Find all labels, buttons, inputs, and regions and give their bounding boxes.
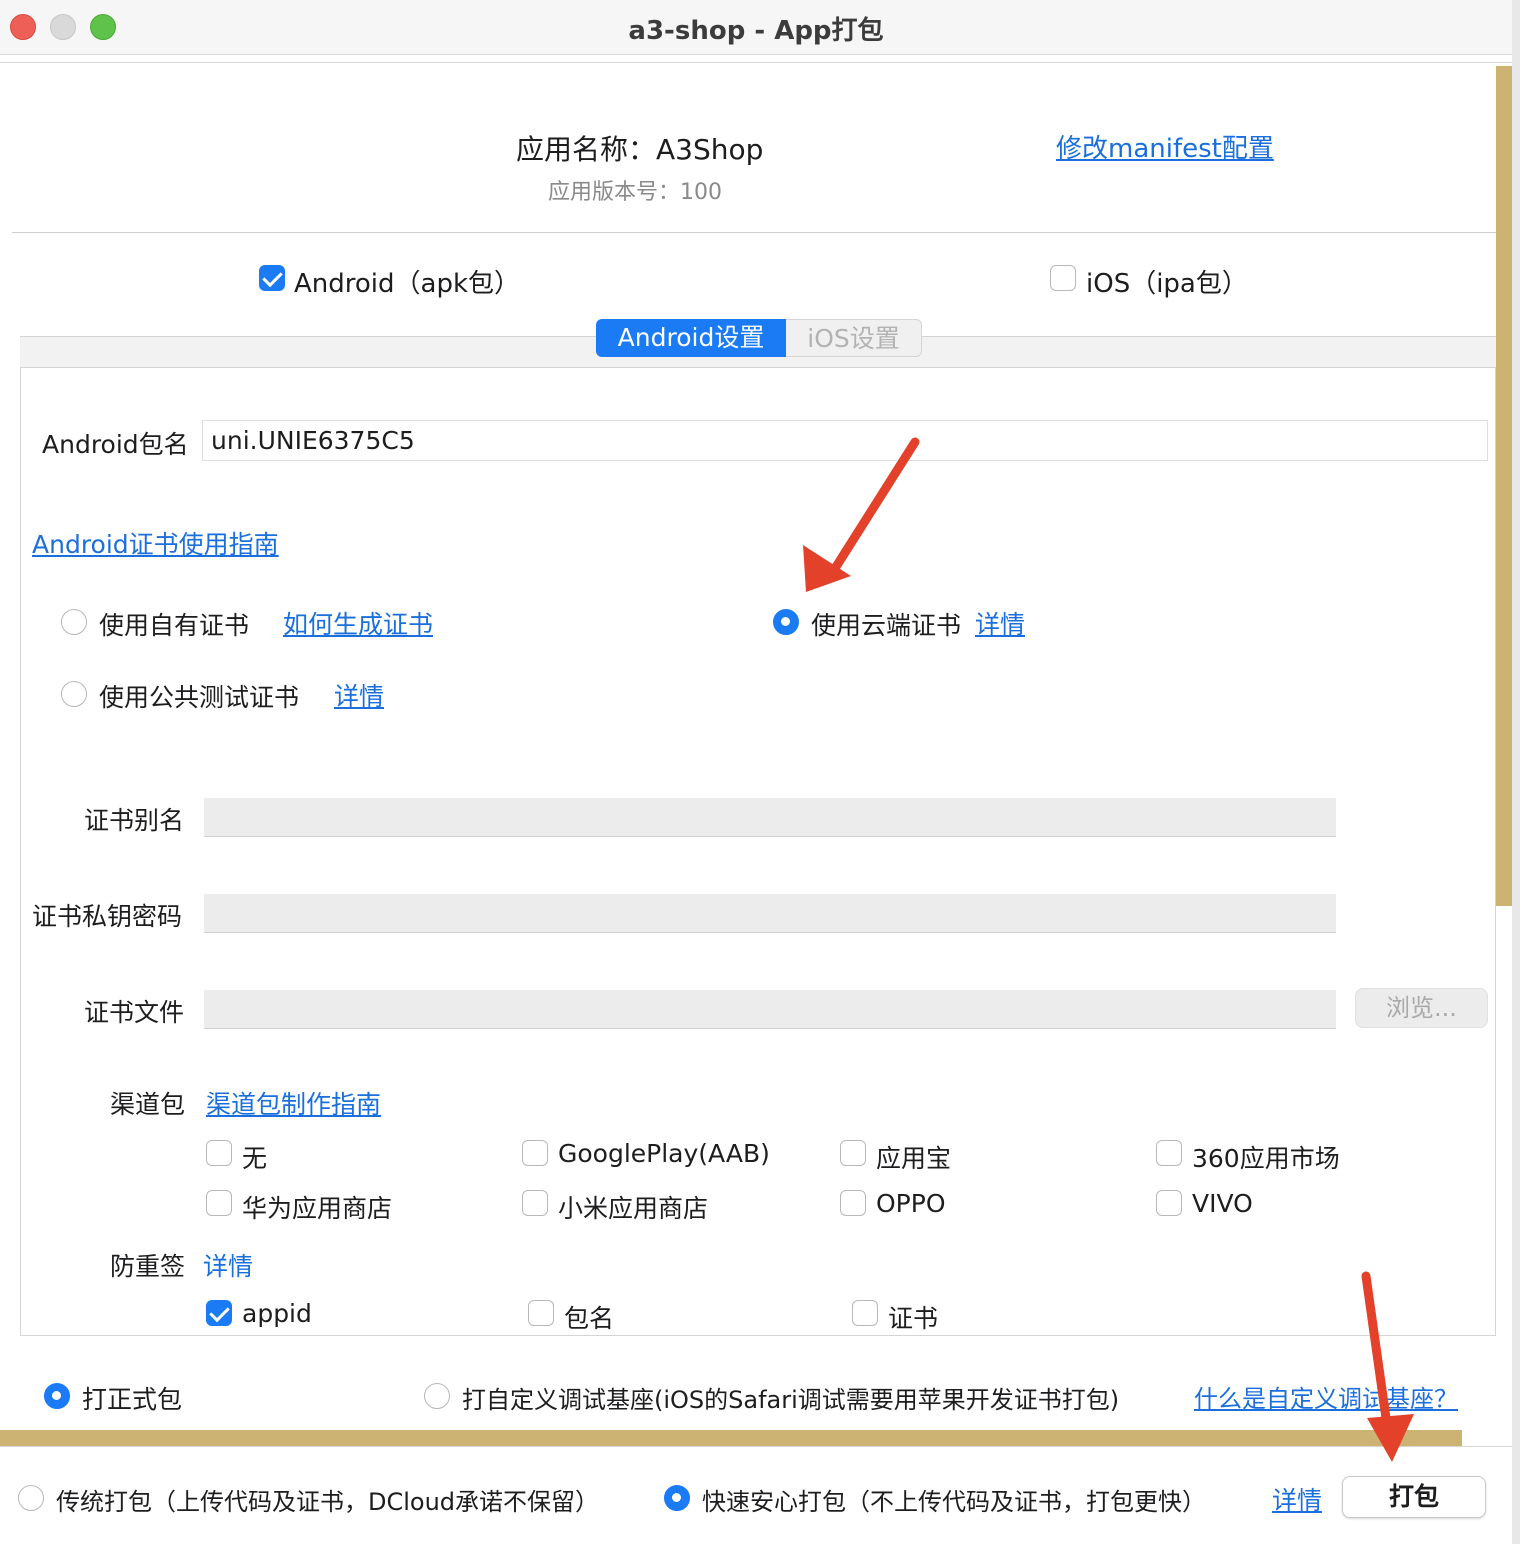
- annotation-arrow-icon: [1361, 1271, 1414, 1462]
- annotation-arrows: [803, 437, 1414, 1462]
- annotation-arrow-icon: [803, 437, 920, 592]
